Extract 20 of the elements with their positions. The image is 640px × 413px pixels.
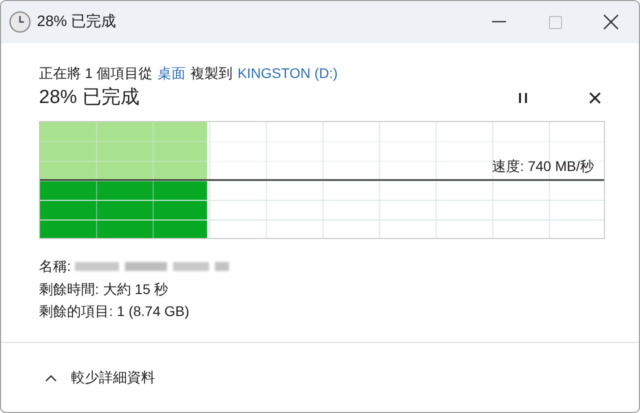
close-icon bbox=[589, 92, 601, 104]
maximize-icon bbox=[548, 16, 562, 28]
minimize-icon bbox=[492, 21, 506, 23]
pause-icon bbox=[519, 93, 527, 103]
detail-value: 大約 15 秒 bbox=[102, 280, 168, 298]
status-text: 複製到 bbox=[190, 64, 233, 83]
close-icon bbox=[603, 14, 619, 30]
clock-icon bbox=[9, 11, 31, 33]
detail-label: 名稱: bbox=[39, 257, 71, 276]
detail-label: 剩餘的項目: bbox=[39, 302, 113, 321]
source-link[interactable]: 桌面 bbox=[158, 63, 186, 83]
window-title: 28% 已完成 bbox=[37, 12, 116, 32]
progress-heading: 28% 已完成 bbox=[39, 86, 140, 110]
detail-label: 剩餘時間: bbox=[39, 280, 99, 298]
details-toggle[interactable]: 較少詳細資料 bbox=[45, 367, 155, 388]
speed-label: 速度: 740 MB/秒 bbox=[492, 157, 594, 175]
chevron-up-icon bbox=[45, 374, 57, 382]
destination-link[interactable]: KINGSTON (D:) bbox=[238, 63, 338, 83]
detail-value: 1 (8.74 GB) bbox=[116, 302, 190, 321]
status-text: 正在將 1 個項目從 bbox=[39, 64, 153, 83]
